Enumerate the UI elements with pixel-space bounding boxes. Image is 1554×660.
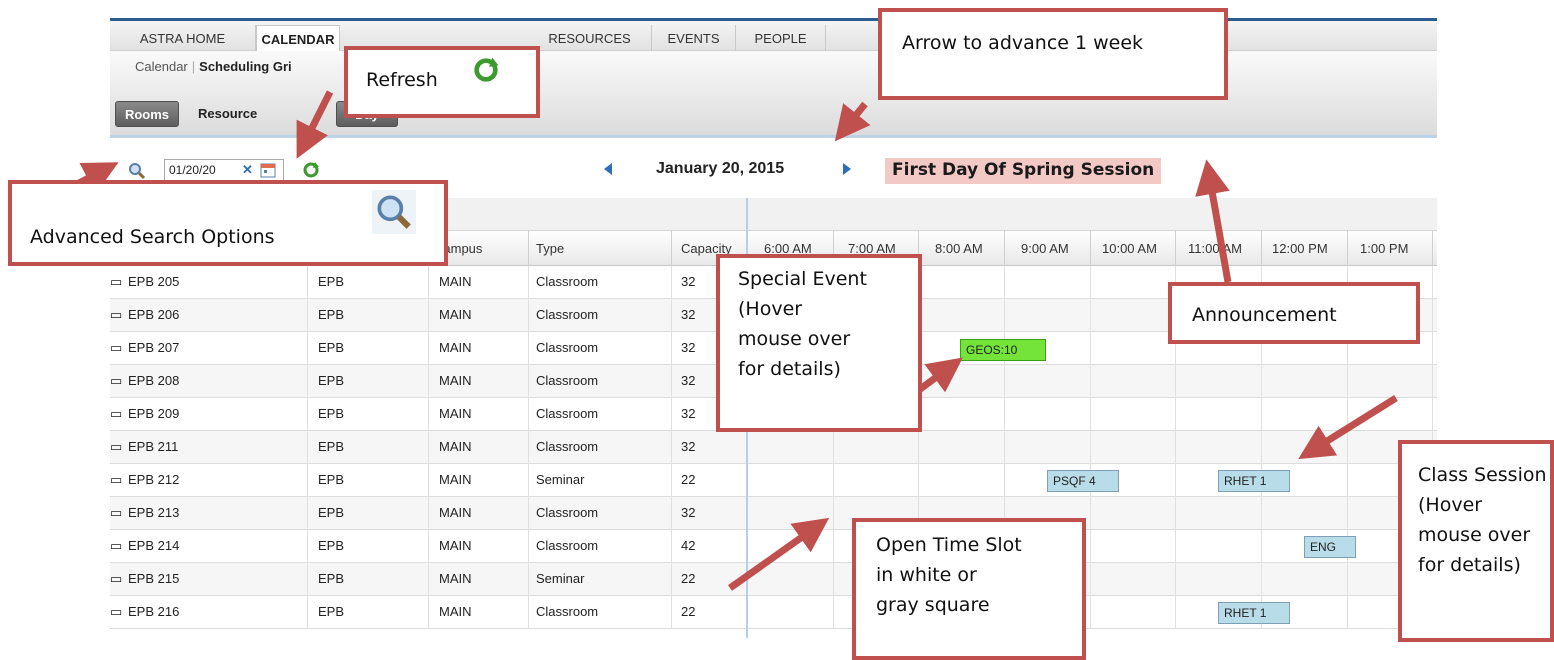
callout-open-slot: Open Time Slot in white or gray square [852, 518, 1086, 660]
callout-line: Open Time Slot [876, 534, 1022, 556]
callout-special-event: Special Event (Hover mouse over for deta… [716, 254, 922, 432]
callout-line: for details) [738, 358, 841, 380]
callout-line: mouse over [738, 328, 851, 350]
callout-line: for details) [1418, 554, 1521, 576]
callout-search-text: Advanced Search Options [30, 226, 275, 248]
screenshot-stage: ASTRA HOME CALENDAR RESOURCES EVENTS PEO… [0, 0, 1554, 660]
arrow-to-class-session [1298, 395, 1398, 460]
callout-line: mouse over [1418, 524, 1531, 546]
arrow-to-open-slot [727, 517, 830, 591]
callout-line: gray square [876, 594, 990, 616]
arrow-to-next-week [834, 101, 871, 142]
callout-line: in white or [876, 564, 977, 586]
callout-advanced-search: Advanced Search Options [8, 180, 448, 266]
callout-line: Special Event [738, 268, 867, 290]
arrow-to-announcement [1195, 159, 1232, 283]
callout-class-session: Class Session (Hover mouse over for deta… [1398, 440, 1554, 642]
callout-refresh-text: Refresh [366, 69, 438, 91]
callout-line: (Hover [1418, 494, 1483, 516]
callout-line: Class Session [1418, 464, 1547, 486]
callout-line: (Hover [738, 298, 803, 320]
magnifier-icon [372, 190, 416, 234]
arrow-to-refresh [296, 90, 334, 159]
callout-advance-week: Arrow to advance 1 week [878, 8, 1228, 100]
callout-announcement: Announcement [1168, 282, 1420, 344]
refresh-icon [474, 57, 499, 82]
callout-refresh: Refresh [344, 46, 540, 118]
